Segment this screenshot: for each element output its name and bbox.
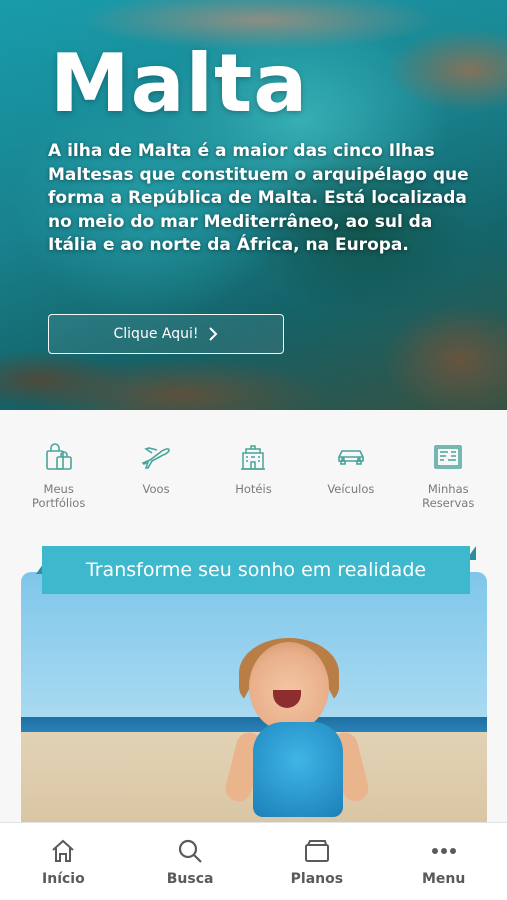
bottom-nav-menu[interactable]: Menu (389, 837, 499, 887)
bottom-nav-home[interactable]: Início (8, 837, 118, 887)
wallet-icon (304, 839, 329, 862)
click-here-button[interactable]: Clique Aqui! (48, 314, 284, 354)
shopping-bags-icon (42, 440, 76, 474)
promo-ribbon: Transforme seu sonho em realidade (36, 546, 476, 594)
quick-nav-hotels[interactable]: Hotéis (207, 410, 299, 530)
car-icon (334, 440, 368, 474)
quick-nav-flights[interactable]: Voos (110, 410, 202, 530)
hotel-icon (236, 440, 270, 474)
hero-title: Malta (50, 37, 309, 130)
bottom-nav: Início Busca Planos Menu (0, 822, 507, 900)
bottom-nav-plans[interactable]: Planos (262, 837, 372, 887)
quick-nav-label: Voos (142, 482, 170, 496)
quick-nav-label: Minhas Reservas (422, 482, 475, 510)
quick-nav-label: Hotéis (235, 482, 272, 496)
bottom-nav-label: Menu (421, 870, 466, 887)
airplane-icon (139, 440, 173, 474)
bottom-nav-search[interactable]: Busca (135, 837, 245, 887)
promo-image[interactable] (21, 572, 487, 822)
bottom-nav-label: Busca (166, 870, 214, 887)
quick-nav: Meus Portfólios Voos Hotéis Veículos Min… (0, 410, 507, 530)
more-dots-icon (431, 847, 456, 854)
bottom-nav-label: Planos (290, 870, 344, 887)
reservations-icon (431, 440, 465, 474)
child-head (249, 642, 329, 732)
hero-description: A ilha de Malta é a maior das cinco Ilha… (48, 141, 469, 255)
quick-nav-label: Veículos (327, 482, 375, 496)
bottom-nav-label: Início (42, 870, 85, 887)
quick-nav-label: Meus Portfólios (32, 482, 86, 510)
quick-nav-vehicles[interactable]: Veículos (305, 410, 397, 530)
chevron-right-icon (209, 327, 218, 341)
home-icon (52, 839, 75, 862)
search-icon (179, 839, 202, 863)
quick-nav-reservations[interactable]: Minhas Reservas (402, 410, 494, 530)
child-swimsuit (253, 722, 343, 817)
promo-title: Transforme seu sonho em realidade (42, 546, 470, 594)
hero-banner: Malta A ilha de Malta é a maior das cinc… (0, 0, 507, 410)
quick-nav-portfolios[interactable]: Meus Portfólios (13, 410, 105, 530)
click-here-label: Clique Aqui! (113, 326, 199, 342)
